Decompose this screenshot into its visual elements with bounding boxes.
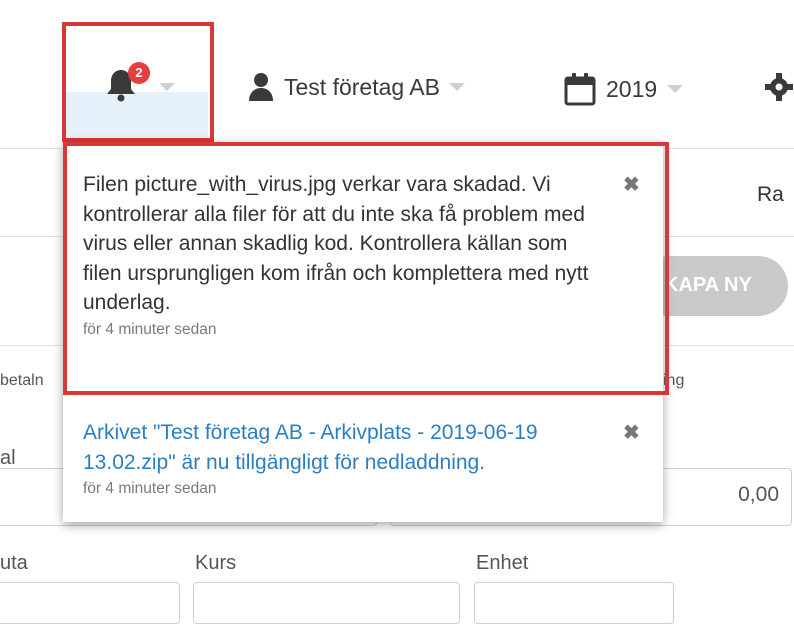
field-label-left: al [0,447,16,469]
rate-label: Kurs [195,552,237,574]
year-selector[interactable]: 2019 [564,72,684,106]
highlight-frame-notification [63,142,669,395]
notification-time: för 4 minuter sedan [83,480,217,497]
column-header-left: betaln [0,372,44,389]
unit-label: Enhet [476,552,529,574]
company-selector[interactable]: Test företag AB [248,72,465,102]
rate-input[interactable] [193,582,460,624]
company-name: Test företag AB [284,73,440,100]
currency-select[interactable] [0,582,180,624]
create-new-button-label: KAPA NY [664,274,752,296]
calendar-icon [564,73,596,106]
amount-value: 0,00 [738,483,779,506]
user-icon [249,73,273,101]
highlight-frame-bell [62,22,214,142]
gear-icon[interactable] [764,72,794,102]
notification-link[interactable]: Arkivet "Test företag AB - Arkivplats - … [83,418,618,477]
year-value: 2019 [606,75,658,102]
tab-partial[interactable]: Ra [757,183,784,207]
chevron-down-icon [667,85,684,93]
column-header-edge [786,372,794,392]
close-icon[interactable]: ✖ [623,420,640,445]
notification-item[interactable]: Arkivet "Test företag AB - Arkivplats - … [83,418,623,498]
unit-select[interactable] [474,582,674,624]
currency-label: uta [0,552,28,574]
chevron-down-icon [448,83,465,91]
